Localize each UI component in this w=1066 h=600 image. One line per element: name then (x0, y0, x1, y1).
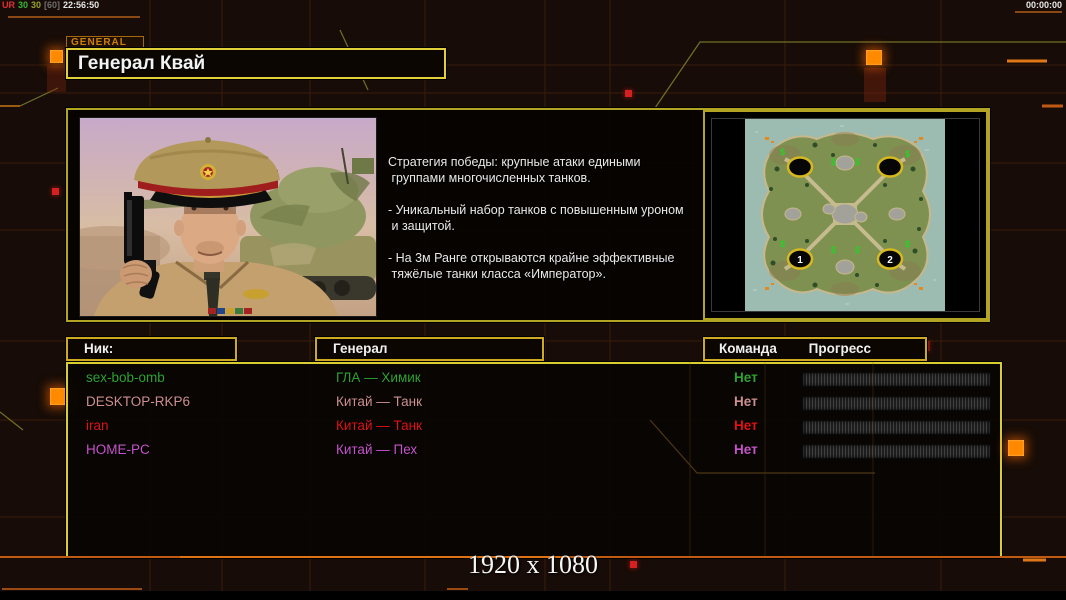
supply-dollar-icon: $ (855, 157, 860, 167)
supply-dollar-icon: $ (780, 147, 785, 157)
deco-glow-square (50, 50, 63, 63)
progress-bar (802, 420, 991, 435)
header-team-label: Команда (719, 341, 777, 356)
perf-fps-value2: 30 (31, 0, 42, 10)
header-team-progress: Команда Прогресс (703, 337, 927, 361)
player-team: Нет (734, 370, 758, 385)
player-general: Китай — Танк (336, 418, 422, 433)
player-nick: iran (86, 418, 109, 433)
player-row: iran Китай — Танк Нет (68, 415, 1000, 439)
header-progress-label: Прогресс (808, 341, 872, 356)
progress-bar (802, 444, 991, 459)
perf-renderer-label: UR (2, 0, 15, 10)
supply-dollar-icon: $ (780, 239, 785, 249)
player-team: Нет (734, 394, 758, 409)
player-team: Нет (734, 442, 758, 457)
supply-dollar-icon: $ (831, 157, 836, 167)
header-nick: Ник: (66, 337, 237, 361)
deco-red-square (630, 561, 637, 568)
supply-dollar-icon: $ (855, 245, 860, 255)
perf-clock: 22:56:50 (63, 0, 100, 10)
player-team: Нет (734, 418, 758, 433)
player-nick: sex-bob-omb (86, 370, 165, 385)
player-general: ГЛА — Химик (336, 370, 421, 385)
player-nick: HOME-PC (86, 442, 150, 457)
perf-fps-value: 30 (18, 0, 29, 10)
player-rows: sex-bob-omb ГЛА — Химик Нет DESKTOP-RKP6… (68, 367, 1000, 463)
spawn-marker-1: 1 (797, 255, 803, 266)
general-description: Стратегия победы: крупные атаки едиными … (388, 155, 684, 281)
player-row: DESKTOP-RKP6 Китай — Танк Нет (68, 391, 1000, 415)
deco-glow-square (866, 50, 882, 65)
supply-dollar-icon: $ (905, 149, 910, 159)
player-row: sex-bob-omb ГЛА — Химик Нет (68, 367, 1000, 391)
header-general: Генерал (315, 337, 544, 361)
player-general: Китай — Пех (336, 442, 418, 457)
player-row: HOME-PC Китай — Пех Нет (68, 439, 1000, 463)
deco-red-square (625, 90, 632, 97)
perf-fps-cap: [60] (44, 0, 61, 10)
supply-dollar-icon: $ (831, 245, 836, 255)
deco-glow-square (50, 388, 66, 405)
loading-screen: UR 30 30 [60] 22:56:50 00:00:00 GENERAL Гене… (0, 0, 1066, 600)
general-info-panel: Стратегия победы: крупные атаки едиными … (66, 108, 990, 322)
progress-bar (802, 372, 991, 387)
deco-red-square (52, 188, 59, 195)
player-nick: DESKTOP-RKP6 (86, 394, 191, 409)
general-name-title: Генерал Квай (66, 48, 446, 79)
general-kwai-portrait-art (80, 118, 376, 316)
players-panel: sex-bob-omb ГЛА — Химик Нет DESKTOP-RKP6… (66, 362, 1002, 558)
spawn-marker-2: 2 (887, 255, 893, 266)
bottom-black-bar (0, 591, 1066, 600)
minimap-panel: $ $ $ $ $ $ $ $ 1 2 (703, 110, 988, 320)
general-portrait (79, 117, 377, 317)
minimap: $ $ $ $ $ $ $ $ 1 2 (745, 119, 945, 311)
deco-glow-square (1008, 440, 1024, 456)
progress-bar (802, 396, 991, 411)
player-general: Китай — Танк (336, 394, 422, 409)
perf-overlay: UR 30 30 [60] 22:56:50 (2, 0, 102, 10)
supply-dollar-icon: $ (905, 239, 910, 249)
resolution-label: 1920 x 1080 (468, 550, 598, 579)
match-timer: 00:00:00 (1025, 0, 1062, 10)
